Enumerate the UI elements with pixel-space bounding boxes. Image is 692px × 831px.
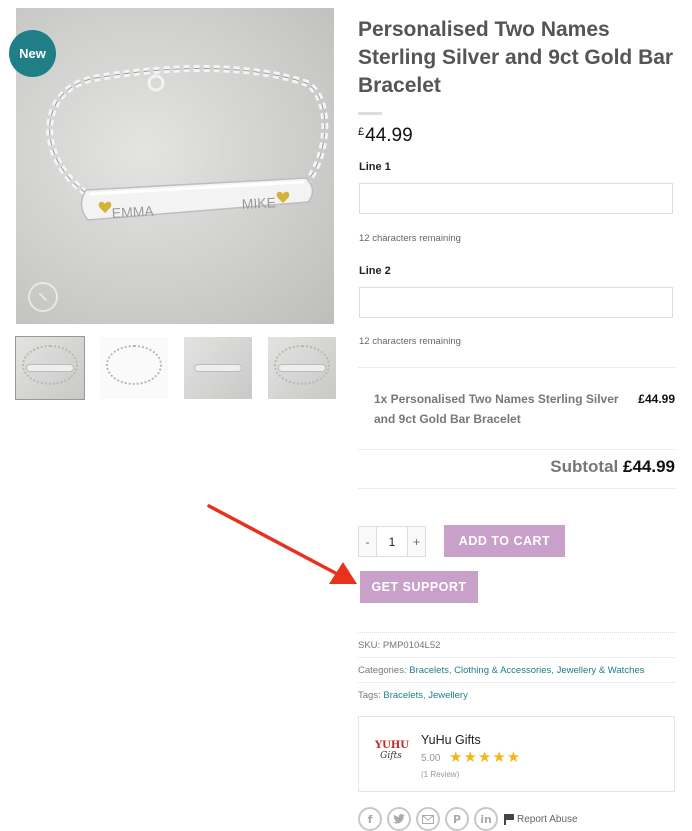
- subtotal-value: £44.99: [623, 457, 675, 476]
- vendor-logo: YUHU Gifts: [375, 740, 410, 769]
- quantity-minus-button[interactable]: -: [358, 526, 377, 557]
- report-abuse-link[interactable]: Report Abuse: [504, 813, 578, 825]
- category-link[interactable]: Bracelets: [409, 665, 449, 676]
- line1-label: Line 1: [359, 161, 391, 173]
- meta-divider-1: [358, 632, 675, 633]
- flag-icon: [504, 813, 514, 825]
- subtotal-divider: [358, 488, 675, 489]
- quantity-input[interactable]: [377, 526, 407, 557]
- category-link[interactable]: Jewellery & Watches: [557, 665, 645, 676]
- thumbnail-2[interactable]: [100, 337, 168, 399]
- zoom-icon[interactable]: [28, 282, 58, 312]
- engraving-left: EMMA: [111, 203, 154, 221]
- line2-remaining: 12 characters remaining: [359, 336, 461, 347]
- share-bar: f P in Report Abuse: [358, 807, 578, 831]
- twitter-icon[interactable]: [387, 807, 411, 831]
- tag-link[interactable]: Bracelets: [383, 690, 423, 701]
- title-divider: [358, 112, 382, 115]
- thumbnail-4[interactable]: [268, 337, 336, 399]
- currency-symbol: £: [358, 126, 365, 138]
- vendor-logo-line2: Gifts: [380, 751, 402, 761]
- tags-label: Tags:: [358, 690, 381, 701]
- star-rating-icon: ★★★★★: [449, 749, 522, 766]
- product-title: Personalised Two Names Sterling Silver a…: [358, 18, 674, 97]
- summary-item-name: 1x Personalised Two Names Sterling Silve…: [374, 392, 619, 426]
- vendor-logo-line1: YUHU: [375, 740, 410, 751]
- get-support-button[interactable]: GET SUPPORT: [360, 571, 478, 603]
- thumbnail-3[interactable]: [184, 337, 252, 399]
- new-badge: New: [9, 30, 56, 77]
- report-abuse-label: Report Abuse: [517, 813, 578, 825]
- quantity-stepper: - +: [358, 526, 426, 557]
- linkedin-icon[interactable]: in: [474, 807, 498, 831]
- categories-row: Categories: Bracelets, Clothing & Access…: [358, 665, 645, 676]
- line1-remaining: 12 characters remaining: [359, 233, 461, 244]
- quantity-plus-button[interactable]: +: [407, 526, 426, 557]
- vendor-card[interactable]: YUHU Gifts YuHu Gifts 5.00 ★★★★★ (1 Revi…: [358, 716, 675, 792]
- tags-row: Tags: Bracelets, Jewellery: [358, 690, 468, 701]
- meta-divider-3: [358, 682, 675, 683]
- line1-input[interactable]: [359, 183, 673, 214]
- subtotal-label: Subtotal: [550, 457, 619, 476]
- summary-bottom-divider: [358, 449, 675, 450]
- sku-row: SKU: PMP0104L52: [358, 640, 440, 651]
- line2-input[interactable]: [359, 287, 673, 318]
- add-to-cart-button[interactable]: ADD TO CART: [444, 525, 565, 557]
- price-value: 44.99: [365, 125, 413, 146]
- vendor-rating: 5.00: [421, 753, 441, 764]
- email-icon[interactable]: [416, 807, 440, 831]
- product-main-image[interactable]: EMMA MIKE: [16, 8, 334, 324]
- bracelet-image: EMMA MIKE: [46, 65, 329, 221]
- red-arrow-annotation: [207, 504, 357, 584]
- category-link[interactable]: Clothing & Accessories: [454, 665, 551, 676]
- tag-link[interactable]: Jewellery: [428, 690, 468, 701]
- thumbnail-1[interactable]: [15, 336, 85, 400]
- summary-top-divider: [358, 367, 675, 368]
- sku-label: SKU:: [358, 640, 381, 651]
- line2-label: Line 2: [359, 265, 391, 277]
- engraving-right: MIKE: [241, 194, 276, 212]
- thumbnail-strip: [15, 336, 352, 400]
- pinterest-icon[interactable]: P: [445, 807, 469, 831]
- vendor-name[interactable]: YuHu Gifts: [421, 733, 481, 747]
- vendor-review-count[interactable]: (1 Review): [421, 770, 459, 779]
- subtotal: Subtotal £44.99: [550, 457, 675, 477]
- sku-value: PMP0104L52: [382, 640, 441, 651]
- meta-divider-2: [358, 657, 675, 658]
- categories-label: Categories:: [358, 665, 407, 676]
- facebook-icon[interactable]: f: [358, 807, 382, 831]
- product-price: £44.99: [358, 125, 413, 147]
- summary-item-price: £44.99: [638, 392, 675, 406]
